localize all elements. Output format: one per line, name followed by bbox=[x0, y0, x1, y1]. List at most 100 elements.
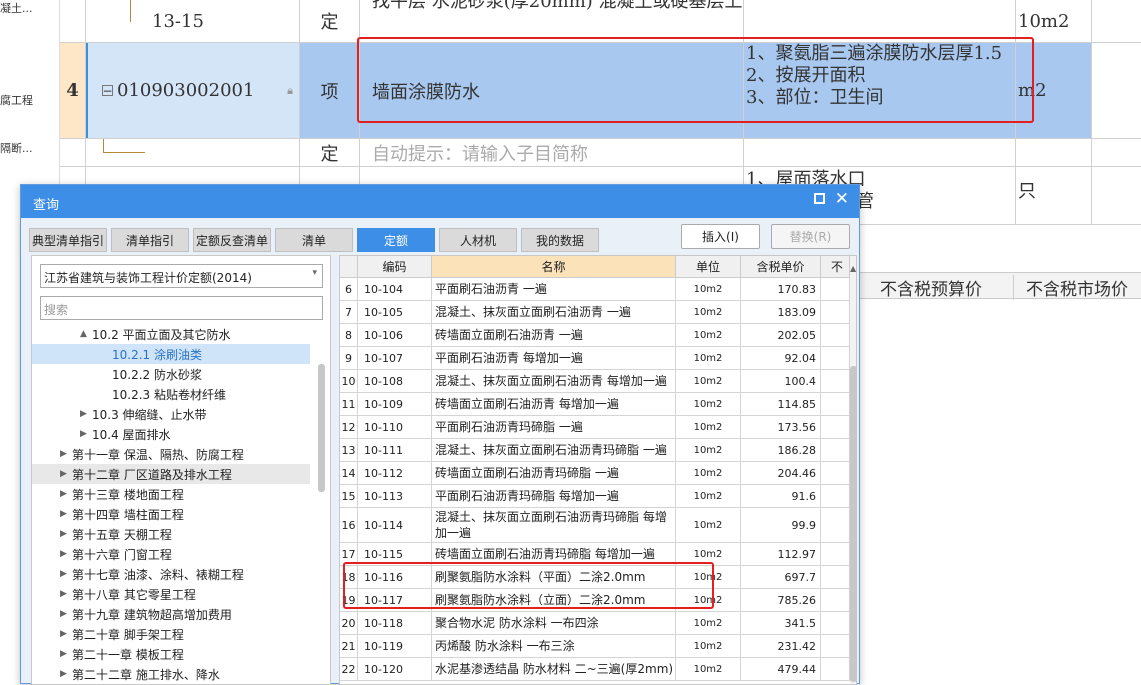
table-row[interactable]: 21 10-119 丙烯酸 防水涂料 一布三涂 10m2 231.42 bbox=[340, 635, 850, 658]
table-row[interactable]: 9 10-107 平面刷石油沥青 每增加一遍 10m2 92.04 bbox=[340, 347, 850, 370]
tab-bill-guide[interactable]: 清单指引 bbox=[111, 228, 189, 252]
table-row[interactable]: 6 10-104 平面刷石油沥青 一遍 10m2 170.83 bbox=[340, 278, 850, 301]
collapsed-arrow-icon[interactable]: ▶ bbox=[60, 489, 72, 499]
table-row[interactable]: 14 10-112 砖墙面立面刷石油沥青玛碲脂 一遍 10m2 204.46 bbox=[340, 462, 850, 485]
table-row[interactable]: 8 10-106 砖墙面立面刷石油沥青 一遍 10m2 202.05 bbox=[340, 324, 850, 347]
tree-item[interactable]: ▶ 第二十一章 模板工程 bbox=[32, 644, 310, 664]
row-price: 170.83 bbox=[741, 278, 821, 300]
left-nav-item[interactable]: 腐工程 bbox=[0, 92, 33, 108]
row-index: 13 bbox=[340, 439, 358, 461]
col-extra[interactable]: 不 bbox=[821, 256, 850, 278]
tree-scrollbar[interactable] bbox=[318, 364, 325, 492]
close-icon[interactable]: ✕ bbox=[835, 189, 849, 209]
left-nav-item[interactable]: 凝土... bbox=[0, 0, 33, 16]
table-row[interactable]: 22 10-120 水泥基渗透结晶 防水材料 二~三遍(厚2mm) 10m2 479.4… bbox=[340, 658, 850, 681]
collapsed-arrow-icon[interactable]: ▶ bbox=[60, 669, 72, 679]
collapsed-arrow-icon[interactable]: ▶ bbox=[60, 649, 72, 659]
table-row[interactable]: 20 10-118 聚合物水泥 防水涂料 一布四涂 10m2 341.5 bbox=[340, 612, 850, 635]
left-nav-item[interactable]: 隔断... bbox=[0, 140, 33, 156]
col-price[interactable]: 含税单价 bbox=[741, 256, 821, 278]
table-row[interactable]: 7 10-105 混凝土、抹灰面立面刷石油沥青 一遍 10m2 183.09 bbox=[340, 301, 850, 324]
search-input[interactable]: 搜索 bbox=[40, 296, 323, 320]
tab-reverse[interactable]: 定额反查清单 bbox=[193, 228, 271, 252]
tab-bill[interactable]: 清单 bbox=[275, 228, 353, 252]
grid-row[interactable]: 定 自动提示：请输入子目简称 bbox=[60, 139, 1141, 167]
table-row[interactable]: 12 10-110 平面刷石油沥青玛碲脂 一遍 10m2 173.56 bbox=[340, 416, 850, 439]
row-unit: 10m2 bbox=[676, 485, 741, 507]
col-name[interactable]: 名称 bbox=[432, 256, 676, 278]
tree-item[interactable]: 10.2.3 粘贴卷材纤维 bbox=[32, 384, 310, 404]
row-index: 10 bbox=[340, 370, 358, 392]
norm-select[interactable]: 江苏省建筑与装饰工程计价定额(2014) ▾ bbox=[40, 264, 323, 288]
table-row[interactable]: 10 10-108 混凝土、抹灰面立面刷石油沥青 每增加一遍 10m2 100.4 bbox=[340, 370, 850, 393]
tree-item[interactable]: 10.2.2 防水砂浆 bbox=[32, 364, 310, 384]
row-unit: 10m2 bbox=[1016, 0, 1092, 42]
insert-button[interactable]: 插入(I) bbox=[681, 224, 760, 249]
row-index: 21 bbox=[340, 635, 358, 657]
tree-item[interactable]: ▶ 第十二章 厂区道路及排水工程 bbox=[32, 464, 310, 484]
tree-item[interactable]: ▶ 10.4 屋面排水 bbox=[32, 424, 310, 444]
row-hint[interactable]: 自动提示：请输入子目简称 bbox=[360, 139, 744, 166]
tab-typical[interactable]: 典型清单指引 bbox=[29, 228, 107, 252]
tab-material[interactable]: 人材机 bbox=[439, 228, 517, 252]
tree-item[interactable]: ▶ 第二十章 脚手架工程 bbox=[32, 624, 310, 644]
tree-item[interactable]: ▶ 第十九章 建筑物超高增加费用 bbox=[32, 604, 310, 624]
collapsed-arrow-icon[interactable]: ▶ bbox=[80, 429, 92, 439]
tree-item[interactable]: ▶ 第十七章 油漆、涂料、裱糊工程 bbox=[32, 564, 310, 584]
expanded-arrow-icon[interactable]: ▲ bbox=[80, 329, 92, 339]
tab-my-data[interactable]: 我的数据 bbox=[521, 228, 599, 252]
row-name: 混凝土、抹灰面立面刷石油沥青 每增加一遍 bbox=[432, 370, 676, 392]
row-type: 项 bbox=[300, 43, 360, 138]
tree-item[interactable]: 10.2.1 涂刷油类 bbox=[32, 344, 310, 364]
row-index: 9 bbox=[340, 347, 358, 369]
tree-item[interactable]: ▶ 第十三章 楼地面工程 bbox=[32, 484, 310, 504]
table-scroll-thumb[interactable] bbox=[850, 366, 856, 682]
collapsed-arrow-icon[interactable]: ▶ bbox=[60, 449, 72, 459]
tree-item[interactable]: ▶ 第十六章 门窗工程 bbox=[32, 544, 310, 564]
row-code: 10-108 bbox=[358, 370, 432, 392]
row-price: 183.09 bbox=[741, 301, 821, 323]
collapsed-arrow-icon[interactable]: ▶ bbox=[60, 529, 72, 539]
table-row[interactable]: 13 10-111 混凝土、抹灰面立面刷石油沥青玛碲脂 一遍 10m2 186.28 bbox=[340, 439, 850, 462]
tree-item[interactable]: ▶ 第二十二章 施工排水、降水 bbox=[32, 664, 310, 684]
highlight-box bbox=[343, 562, 714, 609]
row-number: 4 bbox=[60, 43, 86, 138]
collapse-icon[interactable]: − bbox=[102, 84, 113, 98]
col-code[interactable]: 编码 bbox=[358, 256, 432, 278]
lock-icon: 🔒︎ bbox=[287, 83, 293, 97]
row-code: 010903002001 bbox=[117, 80, 255, 101]
col-unit[interactable]: 单位 bbox=[676, 256, 741, 278]
tree-item[interactable]: ▶ 10.3 伸缩缝、止水带 bbox=[32, 404, 310, 424]
collapsed-arrow-icon[interactable]: ▶ bbox=[60, 549, 72, 559]
row-code: 10-112 bbox=[358, 462, 432, 484]
row-name: 平面刷石油沥青玛碲脂 每增加一遍 bbox=[432, 485, 676, 507]
tree-item[interactable]: ▶ 第十四章 墙柱面工程 bbox=[32, 504, 310, 524]
row-name: 平面刷石油沥青 一遍 bbox=[432, 278, 676, 300]
table-row[interactable]: 11 10-109 砖墙面立面刷石油沥青 每增加一遍 10m2 114.85 bbox=[340, 393, 850, 416]
row-code: 10-118 bbox=[358, 612, 432, 634]
row-unit: 10m2 bbox=[676, 462, 741, 484]
maximize-icon[interactable] bbox=[814, 193, 825, 204]
collapsed-arrow-icon[interactable]: ▶ bbox=[80, 409, 92, 419]
table-row[interactable]: 15 10-113 平面刷石油沥青玛碲脂 每增加一遍 10m2 91.6 bbox=[340, 485, 850, 508]
collapsed-arrow-icon[interactable]: ▶ bbox=[60, 629, 72, 639]
tree-item[interactable]: ▶ 第十五章 天棚工程 bbox=[32, 524, 310, 544]
row-index: 6 bbox=[340, 278, 358, 300]
collapsed-arrow-icon[interactable]: ▶ bbox=[60, 509, 72, 519]
scroll-up-icon[interactable]: ▲ bbox=[850, 264, 856, 278]
tree-item-label: 10.2.2 防水砂浆 bbox=[112, 367, 202, 382]
row-price: 91.6 bbox=[741, 485, 821, 507]
collapsed-arrow-icon[interactable]: ▶ bbox=[60, 609, 72, 619]
tree-item[interactable]: ▶ 第十一章 保温、隔热、防腐工程 bbox=[32, 444, 310, 464]
tree-item[interactable]: ▲ 10.2 平面立面及其它防水 bbox=[32, 324, 310, 344]
dialog-titlebar[interactable]: 查询 ✕ bbox=[21, 185, 859, 218]
row-price: 204.46 bbox=[741, 462, 821, 484]
tree-item-label: 第十二章 厂区道路及排水工程 bbox=[72, 467, 232, 482]
tree-item[interactable]: ▶ 第十八章 其它零星工程 bbox=[32, 584, 310, 604]
collapsed-arrow-icon[interactable]: ▶ bbox=[60, 569, 72, 579]
collapsed-arrow-icon[interactable]: ▶ bbox=[60, 469, 72, 479]
replace-button[interactable]: 替换(R) bbox=[771, 224, 850, 249]
table-row[interactable]: 16 10-114 混凝土、抹灰面立面刷石油沥青玛碲脂 每增加一遍 10m2 99.9 bbox=[340, 508, 850, 543]
collapsed-arrow-icon[interactable]: ▶ bbox=[60, 589, 72, 599]
tab-quota[interactable]: 定额 bbox=[357, 228, 435, 252]
